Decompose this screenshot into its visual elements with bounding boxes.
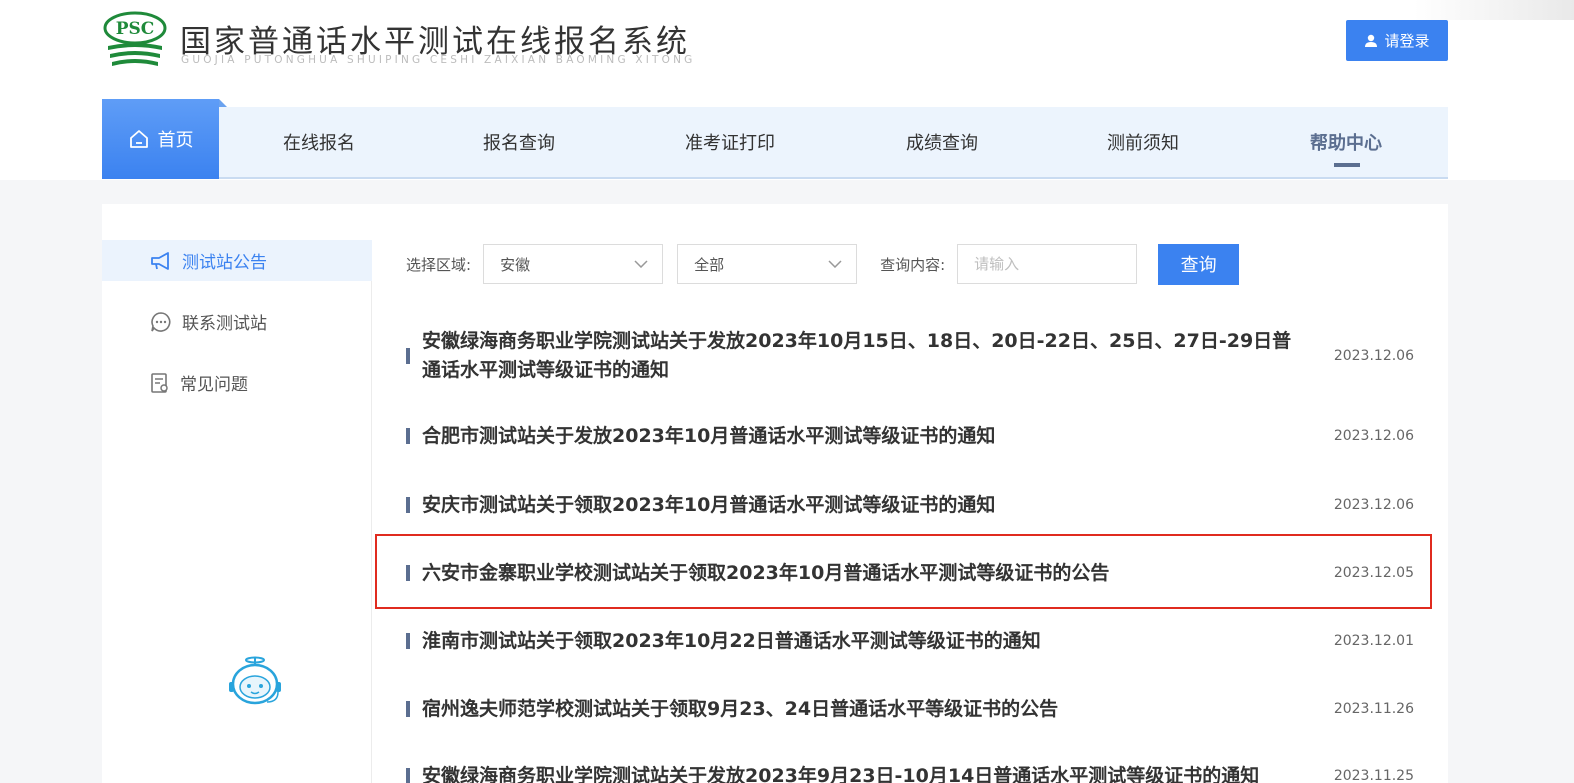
list-marker bbox=[406, 428, 410, 444]
list-marker bbox=[406, 348, 410, 364]
notice-title[interactable]: 安徽绿海商务职业学院测试站关于发放2023年9月23日-10月14日普通话水平测… bbox=[422, 762, 1302, 783]
region-label: 选择区域: bbox=[406, 255, 472, 274]
notice-date: 2023.11.25 bbox=[1333, 768, 1414, 783]
nav-home[interactable]: 首页 bbox=[102, 99, 227, 179]
list-item[interactable]: 合肥市测试站关于发放2023年10月普通话水平测试等级证书的通知 2023.12… bbox=[406, 420, 1414, 452]
robot-assistant-icon[interactable] bbox=[225, 656, 285, 706]
chevron-down-icon bbox=[634, 260, 648, 268]
region-value: 安徽 bbox=[500, 255, 531, 274]
list-item[interactable]: 安徽绿海商务职业学院测试站关于发放2023年9月23日-10月14日普通话水平测… bbox=[406, 760, 1414, 783]
sidebar-label: 常见问题 bbox=[180, 375, 248, 395]
notice-date: 2023.11.26 bbox=[1333, 701, 1414, 717]
logo-text: PSC bbox=[116, 19, 155, 39]
nav-score-query[interactable]: 成绩查询 bbox=[842, 107, 1042, 177]
notice-date: 2023.12.06 bbox=[1333, 348, 1414, 364]
notice-date: 2023.12.06 bbox=[1333, 497, 1414, 513]
notice-date: 2023.12.05 bbox=[1333, 565, 1414, 581]
login-label: 请登录 bbox=[1384, 32, 1430, 50]
scope-select[interactable]: 全部 bbox=[677, 244, 858, 284]
notice-date: 2023.12.01 bbox=[1333, 633, 1414, 649]
list-item[interactable]: 六安市金寨职业学校测试站关于领取2023年10月普通话水平测试等级证书的公告 2… bbox=[406, 557, 1414, 589]
notice-title[interactable]: 安庆市测试站关于领取2023年10月普通话水平测试等级证书的通知 bbox=[422, 491, 1302, 520]
nav-online-register[interactable]: 在线报名 bbox=[219, 107, 419, 177]
query-label: 查询内容: bbox=[880, 255, 946, 274]
nav-active-underline bbox=[1334, 163, 1360, 167]
home-icon bbox=[129, 130, 148, 148]
megaphone-icon bbox=[151, 251, 169, 270]
nav-test-notice[interactable]: 测前须知 bbox=[1043, 107, 1243, 177]
nav-register-query[interactable]: 报名查询 bbox=[419, 107, 619, 177]
chevron-down-icon bbox=[828, 260, 842, 268]
sidebar-item-faq[interactable]: 常见问题 bbox=[102, 362, 372, 403]
query-input[interactable] bbox=[957, 244, 1138, 284]
filter-bar: 选择区域: 安徽 全部 查询内容: 查询 bbox=[406, 243, 1240, 285]
sidebar-label: 联系测试站 bbox=[182, 314, 267, 334]
site-subtitle: GUOJIA PUTONGHUA SHUIPING CESHI ZAIXIAN … bbox=[181, 54, 696, 66]
corner-shadow bbox=[1414, 0, 1574, 20]
sidebar-item-announcements[interactable]: 测试站公告 bbox=[102, 240, 372, 281]
list-marker bbox=[406, 633, 410, 649]
notice-title[interactable]: 六安市金寨职业学校测试站关于领取2023年10月普通话水平测试等级证书的公告 bbox=[422, 559, 1302, 588]
document-icon bbox=[151, 372, 168, 393]
sidebar-label: 测试站公告 bbox=[182, 253, 267, 273]
psc-logo[interactable]: PSC bbox=[102, 10, 168, 72]
notice-title[interactable]: 安徽绿海商务职业学院测试站关于发放2023年10月15日、18日、20日-22日… bbox=[422, 327, 1302, 385]
list-item[interactable]: 淮南市测试站关于领取2023年10月22日普通话水平测试等级证书的通知 2023… bbox=[406, 625, 1414, 657]
nav-home-label: 首页 bbox=[157, 130, 194, 151]
content-panel: 测试站公告 联系测试站 常见问题 选择区域: 安徽 全部 查询内容: 请输入 查… bbox=[102, 204, 1448, 783]
notice-date: 2023.12.06 bbox=[1333, 428, 1414, 444]
scope-value: 全部 bbox=[694, 255, 725, 274]
list-item[interactable]: 安徽绿海商务职业学院测试站关于发放2023年10月15日、18日、20日-22日… bbox=[406, 326, 1414, 386]
sidebar: 测试站公告 联系测试站 常见问题 bbox=[102, 240, 372, 783]
notice-title[interactable]: 宿州逸夫师范学校测试站关于领取9月23、24日普通话水平等级证书的公告 bbox=[422, 695, 1302, 724]
notice-title[interactable]: 合肥市测试站关于发放2023年10月普通话水平测试等级证书的通知 bbox=[422, 422, 1302, 451]
search-button[interactable]: 查询 bbox=[1158, 243, 1240, 285]
list-item[interactable]: 安庆市测试站关于领取2023年10月普通话水平测试等级证书的通知 2023.12… bbox=[406, 489, 1414, 521]
list-marker bbox=[406, 768, 410, 783]
sidebar-item-contact[interactable]: 联系测试站 bbox=[102, 301, 372, 342]
list-marker bbox=[406, 497, 410, 513]
list-marker bbox=[406, 701, 410, 717]
notice-title[interactable]: 淮南市测试站关于领取2023年10月22日普通话水平测试等级证书的通知 bbox=[422, 627, 1302, 656]
list-marker bbox=[406, 565, 410, 581]
list-item[interactable]: 宿州逸夫师范学校测试站关于领取9月23、24日普通话水平等级证书的公告 2023… bbox=[406, 693, 1414, 725]
main-nav: 首页 在线报名 报名查询 准考证打印 成绩查询 测前须知 帮助中心 bbox=[102, 99, 1448, 179]
nav-admission-print[interactable]: 准考证打印 bbox=[630, 107, 830, 177]
chat-bubble-icon bbox=[151, 311, 171, 332]
login-button[interactable]: 请登录 bbox=[1346, 20, 1448, 61]
region-select[interactable]: 安徽 bbox=[483, 244, 664, 284]
user-icon bbox=[1365, 34, 1378, 47]
